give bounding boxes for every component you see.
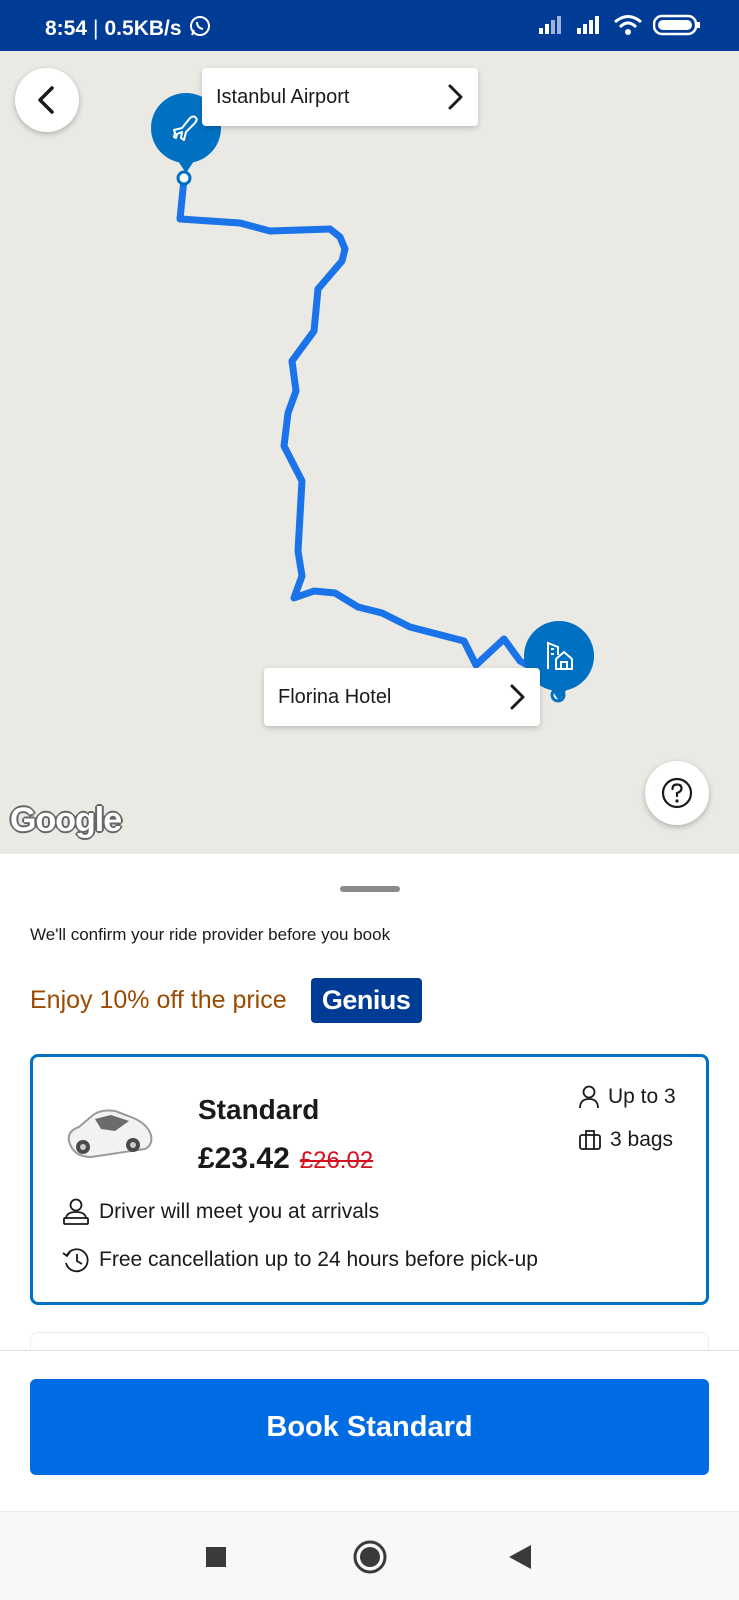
origin-label: Istanbul Airport: [216, 85, 350, 108]
next-vehicle-card[interactable]: [30, 1332, 709, 1350]
vehicle-option-card[interactable]: Standard £23.42 £26.02 Up to 3 3 bags Dr…: [30, 1054, 709, 1305]
meet-and-greet-row: Driver will meet you at arrivals: [61, 1197, 379, 1227]
bag-capacity: 3 bags: [578, 1128, 673, 1152]
price-row: £23.42 £26.02: [198, 1142, 373, 1176]
original-price: £26.02: [299, 1147, 374, 1174]
book-standard-button[interactable]: Book Standard: [30, 1379, 709, 1475]
car-image: [61, 1095, 157, 1172]
passenger-capacity-label: Up to 3: [608, 1085, 676, 1108]
sheet-handle[interactable]: [340, 886, 400, 892]
genius-badge: Genius: [310, 978, 422, 1023]
wifi-icon: [613, 14, 643, 41]
circle-icon: [353, 1540, 387, 1574]
confirm-provider-text: We'll confirm your ride provider before …: [30, 925, 391, 944]
battery-icon: [652, 14, 701, 41]
discount-text: Enjoy 10% off the price: [30, 986, 287, 1014]
vehicle-title: Standard: [198, 1094, 320, 1125]
free-cancellation-row: Free cancellation up to 24 hours before …: [61, 1245, 538, 1275]
whatsapp-icon: [188, 14, 212, 44]
destination-label: Florina Hotel: [278, 685, 392, 708]
back-nav-button[interactable]: [495, 1532, 545, 1582]
system-navigation-bar: [0, 1511, 739, 1600]
luggage-icon: [579, 1130, 601, 1150]
airplane-icon: [173, 115, 198, 141]
help-button[interactable]: [645, 761, 709, 825]
hotel-icon: [547, 641, 573, 670]
destination-card[interactable]: Florina Hotel: [264, 668, 540, 726]
chevron-right-icon: [510, 684, 525, 710]
origin-card[interactable]: Istanbul Airport: [202, 68, 478, 126]
meet-label: Driver will meet you at arrivals: [99, 1200, 380, 1223]
google-logo: Google: [10, 801, 122, 839]
genius-discount-row: Enjoy 10% off the price Genius: [30, 978, 422, 1023]
person-icon: [579, 1085, 599, 1109]
recents-button[interactable]: [191, 1532, 241, 1582]
back-button[interactable]: [15, 68, 79, 132]
route-line: [176, 170, 566, 703]
status-bar: 8:54 | 0.5KB/s: [0, 0, 739, 51]
status-separator: |: [93, 17, 99, 40]
status-network-speed: 0.5KB/s: [104, 17, 182, 40]
signal-icon: [575, 14, 603, 41]
current-price: £23.42: [198, 1142, 290, 1175]
question-icon: [661, 777, 693, 809]
history-icon: [62, 1248, 89, 1273]
driver-icon: [63, 1198, 89, 1225]
home-button[interactable]: [345, 1532, 395, 1582]
square-icon: [206, 1547, 226, 1567]
bottom-sheet: We'll confirm your ride provider before …: [0, 854, 739, 1350]
triangle-back-icon: [509, 1545, 531, 1569]
chevron-left-icon: [38, 86, 54, 114]
route-map[interactable]: Istanbul Airport Florina Hotel Google: [0, 51, 739, 854]
booking-bar: Book Standard: [0, 1350, 739, 1511]
signal-icon: [537, 14, 565, 41]
cancellation-label: Free cancellation up to 24 hours before …: [99, 1248, 538, 1271]
passenger-capacity: Up to 3: [578, 1085, 676, 1109]
chevron-right-icon: [448, 84, 463, 110]
bag-capacity-label: 3 bags: [610, 1128, 674, 1151]
status-time: 8:54: [45, 17, 88, 40]
